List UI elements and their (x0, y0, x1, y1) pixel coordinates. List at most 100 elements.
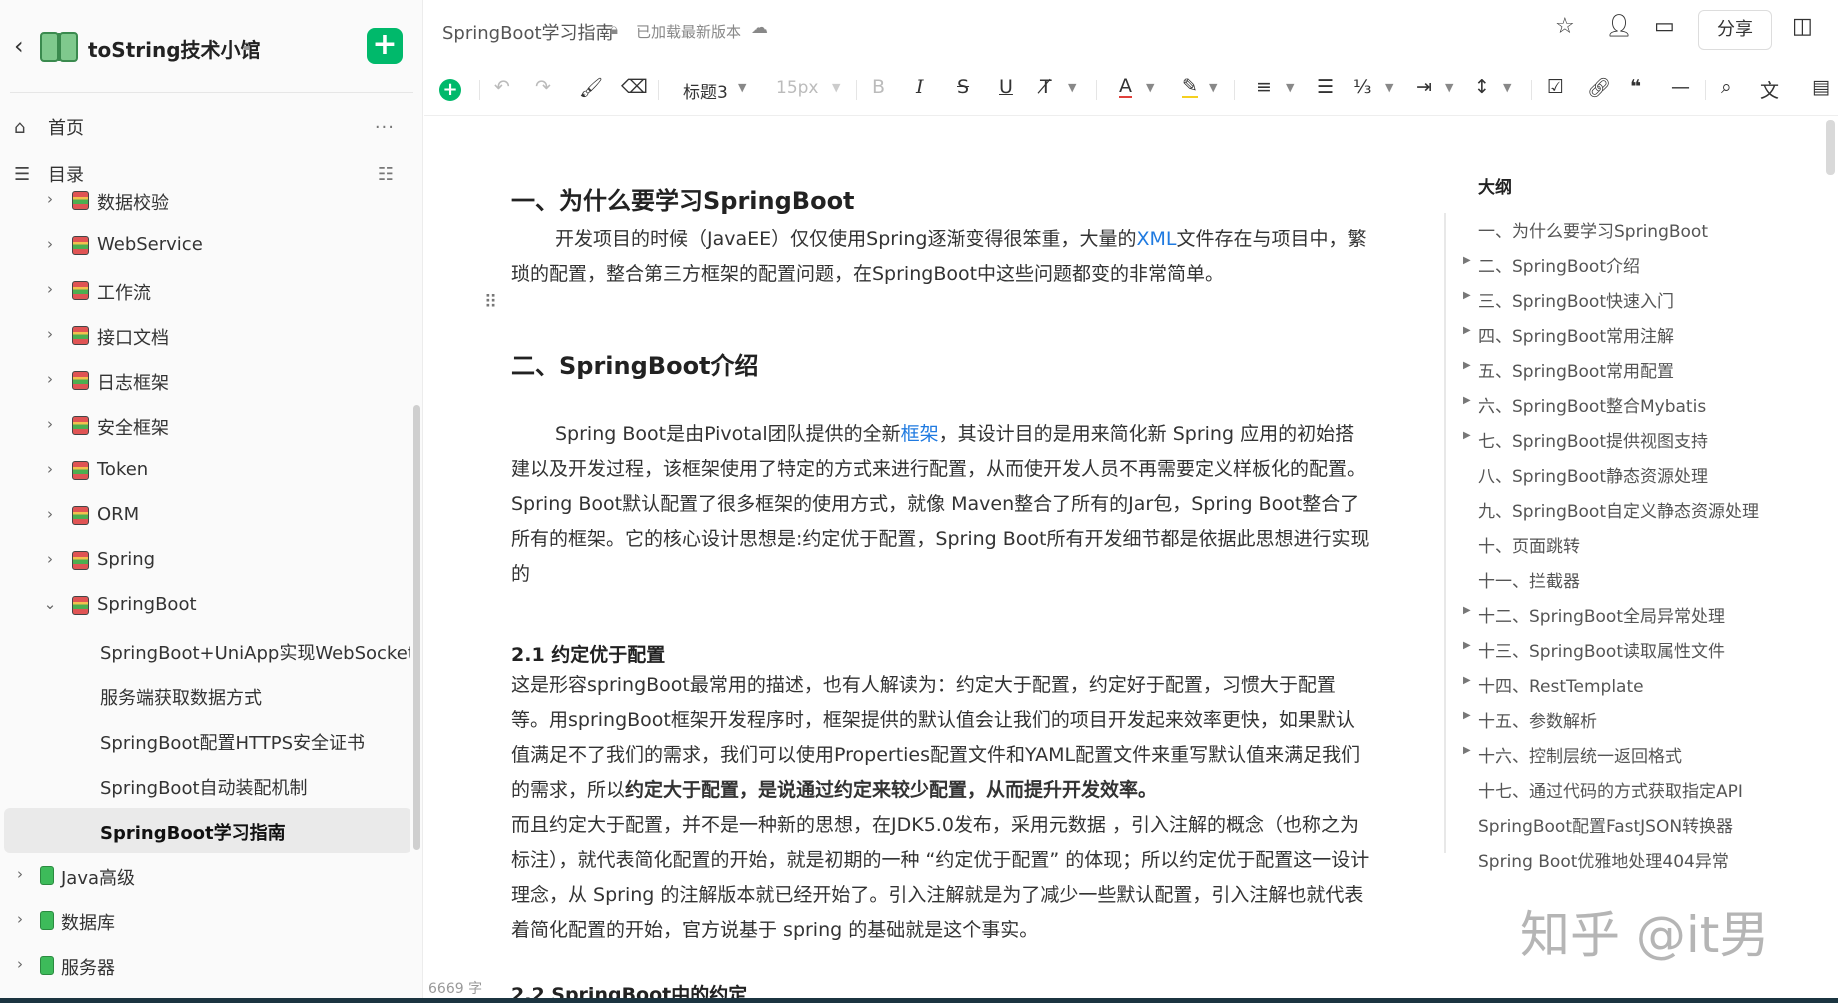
chevron-right-icon[interactable]: › (42, 460, 58, 478)
tree-item[interactable]: › ORM (0, 493, 410, 538)
tree-item[interactable]: › WebService (0, 223, 410, 268)
outline-item[interactable]: SpringBoot配置FastJSON转换器 (1478, 812, 1733, 837)
framework-link[interactable]: 框架 (901, 423, 939, 445)
caret-right-icon[interactable]: ▶ (1463, 360, 1471, 371)
layout-panel-icon[interactable]: ◫ (1792, 14, 1813, 39)
chevron-right-icon[interactable]: › (12, 955, 28, 973)
outline-item[interactable]: 十七、通过代码的方式获取指定API (1478, 777, 1743, 802)
outline-item[interactable]: 十二、SpringBoot全局异常处理 (1478, 602, 1725, 627)
tree-item[interactable]: › 数据库 (0, 898, 410, 943)
caret-right-icon[interactable]: ▶ (1463, 605, 1471, 616)
indent-icon[interactable]: ⇥ (1416, 76, 1432, 98)
find-icon[interactable]: ⌕ (1721, 76, 1732, 98)
catalog-toggle-icon[interactable]: ☷ (378, 164, 395, 185)
drag-handle-icon[interactable]: ⠿ (484, 292, 497, 313)
heading-style-select[interactable]: 标题3 (683, 78, 728, 103)
font-color-button[interactable]: A (1119, 76, 1132, 98)
chevron-right-icon[interactable]: › (42, 415, 58, 433)
caret-right-icon[interactable]: ▶ (1463, 430, 1471, 441)
outline-item[interactable]: 十一、拦截器 (1478, 567, 1580, 592)
tree-doc-item[interactable]: SpringBoot配置HTTPS安全证书 (0, 718, 410, 763)
outline-item[interactable]: 十五、参数解析 (1478, 707, 1597, 732)
chevron-right-icon[interactable]: › (12, 865, 28, 883)
outline-item[interactable]: 一、为什么要学习SpringBoot (1478, 217, 1708, 242)
outline-item[interactable]: 十六、控制层统一返回格式 (1478, 742, 1682, 767)
editor-scrollbar[interactable] (1826, 120, 1835, 175)
knowledge-base-title[interactable]: toString技术小馆 (88, 34, 261, 63)
add-collaborator-icon[interactable]: 👤︎ (1605, 14, 1633, 39)
caret-right-icon[interactable]: ▶ (1463, 255, 1471, 266)
outline-item[interactable]: 十四、RestTemplate (1478, 672, 1644, 697)
outline-item[interactable]: 五、SpringBoot常用配置 (1478, 357, 1674, 382)
tree-item[interactable]: › 服务器 (0, 943, 410, 988)
document-body[interactable]: 一、为什么要学习SpringBoot 开发项目的时候（JavaEE）仅仅使用Sp… (424, 117, 1434, 1003)
quote-icon[interactable]: ❝ (1630, 76, 1641, 98)
caret-right-icon[interactable]: ▶ (1463, 290, 1471, 301)
outline-item[interactable]: Spring Boot优雅地处理404异常 (1478, 847, 1729, 872)
tree-item[interactable]: ⌄ SpringBoot (0, 583, 410, 628)
chevron-right-icon[interactable]: › (42, 325, 58, 343)
chevron-right-icon[interactable]: › (42, 190, 58, 208)
redo-icon[interactable]: ↷ (535, 76, 551, 98)
star-icon[interactable]: ☆ (1555, 14, 1575, 39)
add-button[interactable]: + (367, 28, 403, 64)
outline-item[interactable]: 六、SpringBoot整合Mybatis (1478, 392, 1706, 417)
translate-icon[interactable]: 文 (1760, 76, 1779, 103)
outline-item[interactable]: 九、SpringBoot自定义静态资源处理 (1478, 497, 1759, 522)
outline-item[interactable]: 八、SpringBoot静态资源处理 (1478, 462, 1708, 487)
outline-item[interactable]: 三、SpringBoot快速入门 (1478, 287, 1674, 312)
more-tools-icon[interactable]: ▤ (1812, 76, 1830, 98)
tree-item[interactable]: › 接口文档 (0, 313, 410, 358)
sidebar-scrollbar[interactable] (413, 405, 420, 850)
underline-button[interactable]: U (999, 76, 1013, 98)
bullet-list-icon[interactable]: ☰ (1317, 76, 1334, 98)
caret-right-icon[interactable]: ▶ (1463, 395, 1471, 406)
strikethrough-button[interactable]: S (957, 76, 969, 98)
undo-icon[interactable]: ↶ (494, 76, 510, 98)
italic-button[interactable]: I (916, 76, 924, 98)
outline-item[interactable]: 七、SpringBoot提供视图支持 (1478, 427, 1708, 452)
tree-item[interactable]: › Java高级 (0, 853, 410, 898)
format-painter-icon[interactable]: 🖌︎ (579, 76, 603, 99)
tree-item[interactable]: › Spring (0, 538, 410, 583)
share-button[interactable]: 分享 (1698, 10, 1772, 50)
tree-doc-item[interactable]: 服务端获取数据方式 (0, 673, 410, 718)
chevron-right-icon[interactable]: › (42, 280, 58, 298)
tree-doc-item[interactable]: SpringBoot自动装配机制 (0, 763, 410, 808)
back-arrow-icon[interactable]: ‹ (14, 32, 24, 60)
caret-right-icon[interactable]: ▶ (1463, 640, 1471, 651)
align-left-icon[interactable]: ≡ (1256, 76, 1272, 98)
link-icon[interactable]: 🔗︎ (1587, 76, 1611, 99)
divider-line-icon[interactable]: — (1671, 76, 1690, 98)
outline-item[interactable]: 二、SpringBoot介绍 (1478, 252, 1640, 277)
tree-doc-item-active[interactable]: SpringBoot学习指南 (4, 808, 410, 853)
bold-button[interactable]: B (872, 76, 885, 98)
text-effect-icon[interactable]: T̸ (1040, 76, 1052, 98)
chevron-right-icon[interactable]: › (42, 370, 58, 388)
insert-icon[interactable]: + (439, 79, 461, 101)
chevron-right-icon[interactable]: › (12, 910, 28, 928)
present-icon[interactable]: ▭ (1654, 14, 1675, 39)
nav-home[interactable]: ⌂ 首页 ··· (0, 107, 423, 147)
more-icon[interactable]: ··· (375, 117, 395, 138)
line-height-icon[interactable]: ↕ (1474, 76, 1490, 98)
chevron-down-icon[interactable]: ⌄ (42, 595, 58, 613)
xml-link[interactable]: XML (1136, 228, 1176, 250)
checkbox-icon[interactable]: ☑ (1547, 76, 1564, 98)
font-size-select[interactable]: 15px (776, 78, 818, 98)
tree-item[interactable]: › 安全框架 (0, 403, 410, 448)
numbered-list-icon[interactable]: ⅓ (1353, 76, 1371, 98)
chevron-right-icon[interactable]: › (42, 505, 58, 523)
caret-right-icon[interactable]: ▶ (1463, 710, 1471, 721)
chevron-right-icon[interactable]: › (42, 550, 58, 568)
chevron-right-icon[interactable]: › (42, 235, 58, 253)
tree-item[interactable]: › Token (0, 448, 410, 493)
caret-right-icon[interactable]: ▶ (1463, 745, 1471, 756)
outline-item[interactable]: 十三、SpringBoot读取属性文件 (1478, 637, 1725, 662)
outline-item[interactable]: 四、SpringBoot常用注解 (1478, 322, 1674, 347)
tree-doc-item[interactable]: SpringBoot+UniApp实现WebSocket... (0, 628, 410, 673)
tree-item[interactable]: › 工作流 (0, 268, 410, 313)
clear-format-icon[interactable]: ⌫ (621, 76, 648, 98)
caret-right-icon[interactable]: ▶ (1463, 325, 1471, 336)
caret-right-icon[interactable]: ▶ (1463, 675, 1471, 686)
